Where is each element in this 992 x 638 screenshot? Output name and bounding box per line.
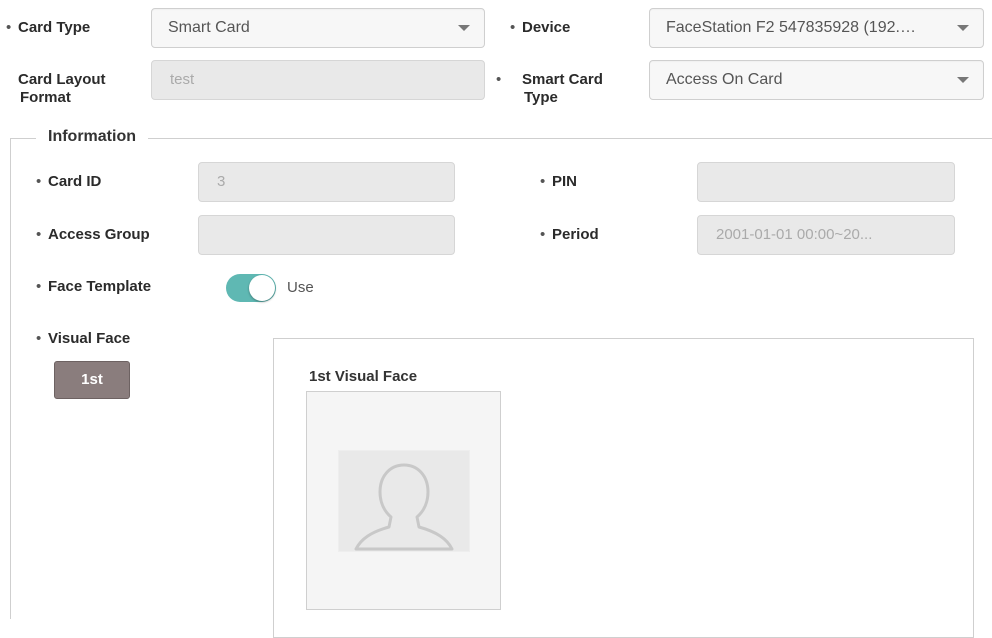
access-group-label-text: Access Group [48, 226, 150, 243]
information-legend: Information [36, 128, 148, 146]
bullet-icon: • [36, 278, 42, 295]
smart-card-type-select[interactable]: Access On Card [649, 60, 984, 100]
device-value: FaceStation F2 547835928 (192.… [666, 19, 916, 36]
visual-face-1st-tab[interactable]: 1st [54, 361, 130, 399]
card-id-field[interactable]: 3 [198, 162, 455, 202]
toggle-knob [249, 275, 275, 301]
card-id-label-text: Card ID [48, 173, 102, 190]
visual-face-photo-box[interactable] [306, 391, 501, 610]
visual-face-label-text: Visual Face [48, 330, 131, 347]
person-silhouette-icon [354, 463, 454, 551]
card-type-label-text: Card Type [18, 19, 91, 36]
device-label-text: Device [522, 19, 571, 36]
visual-face-photo-placeholder [338, 450, 470, 552]
period-label: • Period [540, 226, 599, 244]
period-label-text: Period [552, 226, 599, 243]
chevron-down-icon [458, 25, 470, 31]
visual-face-panel-title: 1st Visual Face [309, 368, 418, 385]
information-fieldset-left-border [10, 138, 11, 619]
card-id-value: 3 [217, 173, 226, 190]
bullet-icon: • [36, 330, 42, 347]
card-layout-format-label: •Card Layout Format [6, 71, 140, 107]
pin-label-text: PIN [552, 173, 578, 190]
device-label: • Device [510, 19, 570, 37]
bullet-icon: • [6, 19, 12, 36]
card-type-select[interactable]: Smart Card [151, 8, 485, 48]
bullet-icon: • [36, 173, 42, 190]
card-layout-format-label-text: Card Layout Format [18, 71, 106, 106]
card-type-value: Smart Card [168, 19, 250, 36]
bullet-icon: • [510, 19, 516, 36]
smart-card-type-label-text: Smart Card Type [522, 71, 603, 106]
face-template-label: • Face Template [36, 278, 151, 296]
access-group-field[interactable] [198, 215, 455, 255]
information-fieldset-top-border [10, 138, 992, 139]
device-select[interactable]: FaceStation F2 547835928 (192.… [649, 8, 984, 48]
pin-label: • PIN [540, 173, 577, 191]
face-template-toggle[interactable] [226, 274, 276, 302]
period-value: 2001-01-01 00:00~20... [716, 226, 873, 243]
access-group-label: • Access Group [36, 226, 150, 244]
bullet-icon: • [540, 226, 546, 243]
card-layout-format-value: test [170, 71, 195, 88]
card-type-label: • Card Type [6, 19, 90, 37]
card-id-label: • Card ID [36, 173, 101, 191]
bullet-icon: • [36, 226, 42, 243]
visual-face-label: • Visual Face [36, 330, 130, 348]
face-template-label-text: Face Template [48, 278, 152, 295]
pin-field[interactable] [697, 162, 955, 202]
card-layout-format-field[interactable]: test [151, 60, 485, 100]
bullet-icon: • [496, 71, 502, 88]
chevron-down-icon [957, 77, 969, 83]
period-field[interactable]: 2001-01-01 00:00~20... [697, 215, 955, 255]
smart-card-type-label: • Smart Card Type [496, 71, 634, 107]
chevron-down-icon [957, 25, 969, 31]
smart-card-type-value: Access On Card [666, 71, 783, 88]
face-template-toggle-text: Use [287, 279, 314, 296]
visual-face-panel: 1st Visual Face [273, 338, 974, 638]
bullet-icon: • [540, 173, 546, 190]
bullet-icon: • [6, 71, 18, 89]
